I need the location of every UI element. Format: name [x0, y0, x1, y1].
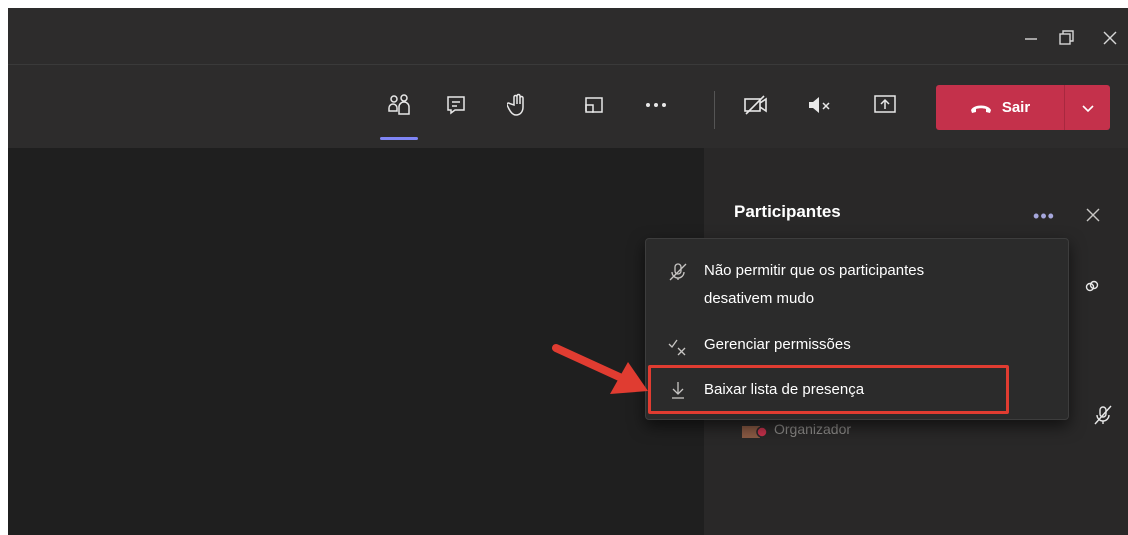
leave-button[interactable]: Sair	[936, 85, 1110, 130]
people-icon[interactable]	[383, 89, 415, 121]
annotation-highlight-box	[648, 365, 1009, 414]
leave-button-main[interactable]: Sair	[936, 85, 1064, 130]
title-bar	[8, 8, 1128, 64]
mic-off-icon	[1092, 404, 1114, 426]
meeting-toolbar: Sair	[8, 64, 1128, 149]
leave-button-label: Sair	[1001, 99, 1031, 116]
menu-item-label-line2: desativem mudo	[704, 290, 815, 307]
chevron-down-icon[interactable]	[1065, 85, 1110, 130]
hang-up-icon	[970, 105, 991, 113]
annotation-arrow-icon	[552, 344, 648, 394]
mic-off-icon	[668, 262, 688, 282]
menu-item-disable-unmute[interactable]: Não permitir que os participantes desati…	[646, 259, 1068, 315]
toolbar-separator	[714, 91, 715, 129]
check-x-icon	[668, 337, 688, 357]
rooms-icon[interactable]	[578, 89, 610, 121]
more-options-icon[interactable]	[640, 89, 672, 121]
menu-item-label: Gerenciar permissões	[704, 336, 851, 353]
menu-item-manage-permissions[interactable]: Gerenciar permissões	[646, 333, 1068, 357]
maximize-icon[interactable]	[1052, 24, 1080, 52]
organizer-label: Organizador	[774, 421, 852, 437]
share-screen-icon[interactable]	[869, 89, 901, 121]
panel-title: Participantes	[734, 202, 841, 221]
avatar	[742, 424, 768, 438]
link-icon[interactable]	[1082, 276, 1102, 296]
more-options-icon[interactable]: •••	[1032, 206, 1056, 226]
raise-hand-icon[interactable]	[502, 89, 534, 121]
minimize-icon[interactable]	[1017, 24, 1045, 52]
active-tab-indicator	[380, 137, 418, 140]
camera-off-icon[interactable]	[740, 89, 772, 121]
chat-icon[interactable]	[440, 89, 472, 121]
close-icon[interactable]	[1082, 204, 1104, 226]
menu-item-label: Não permitir que os participantes	[704, 262, 925, 279]
close-icon[interactable]	[1096, 24, 1124, 52]
speaker-mute-icon[interactable]	[804, 89, 836, 121]
